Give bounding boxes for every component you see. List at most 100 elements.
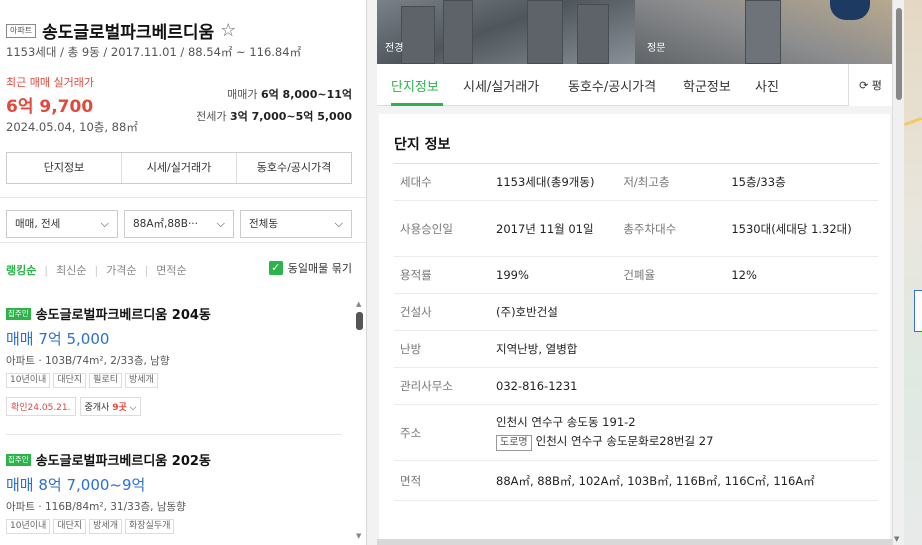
scrollbar-thumb[interactable] [896, 8, 902, 100]
sale-price-label: 매매가 [227, 88, 258, 101]
listing-desc: 아파트 · 103B/74m², 2/33층, 남향 [6, 355, 170, 367]
sort-ranking[interactable]: 랭킹순 [6, 262, 36, 278]
jeonse-price-range: 전세가 3억 7,000~5억 5,000 [196, 108, 352, 124]
tab-complex-info[interactable]: 단지정보 [391, 76, 439, 95]
parking-value: 1530대(세대당 1.32대) [725, 200, 878, 257]
sort-price[interactable]: 가격순 [106, 262, 136, 278]
complex-title-row: 아파트 송도글로벌파크베르디움 ☆ [6, 18, 236, 43]
broker-count-button[interactable]: 중개사 9곳 ⌵ [79, 397, 142, 416]
jeonse-price-value: 3억 7,000~5억 5,000 [229, 110, 352, 123]
road-name-tag: 도로명 [496, 435, 532, 451]
feature-chip: 10년이내 [6, 519, 51, 534]
summary-tab-complex-info[interactable]: 단지정보 [7, 153, 122, 183]
table-row: 세대수 1153세대(총9개동) 저/최고층 15층/33층 [394, 163, 878, 201]
tab-school[interactable]: 학군정보 [683, 76, 731, 95]
tab-unit-price[interactable]: 동호수/공시가격 [568, 76, 656, 95]
approval-label: 사용승인일 [394, 200, 490, 257]
table-row: 사용승인일 2017년 11월 01일 총주차대수 1530대(세대당 1.32… [394, 200, 878, 257]
complex-summary-text: 1153세대 / 총 9동 / 2017.11.01 / 88.54㎡ ~ 11… [6, 45, 302, 59]
listing-item[interactable]: 집주인 송도글로벌파크베르디움 202동 매매 8억 7,000~9억 아파트 … [6, 450, 341, 534]
recent-trade-date: 2024.05.04, 10층, 88㎡ [6, 120, 138, 134]
sale-price-range: 매매가 6억 8,000~11억 [227, 86, 352, 102]
lot-address: 인천시 연수구 송도동 191-2 [496, 415, 636, 429]
summary-tab-price[interactable]: 시세/실거래가 [122, 153, 237, 183]
scroll-down-icon[interactable]: ▼ [356, 532, 361, 540]
table-row: 면적 88A㎡, 88B㎡, 102A㎡, 103B㎡, 116B㎡, 116C… [394, 460, 878, 501]
address-label: 주소 [394, 404, 490, 461]
dedup-label: 동일매물 묶기 [287, 262, 352, 275]
households-value: 1153세대(총9개동) [490, 163, 618, 201]
building-shape [443, 0, 473, 64]
sort-latest[interactable]: 최신순 [56, 262, 86, 278]
scrollbar-thumb[interactable] [356, 312, 363, 330]
scroll-down-icon[interactable]: ▼ [894, 535, 899, 543]
owner-tag: 집주인 [6, 453, 31, 466]
recent-trade-price: 6억 9,700 [6, 97, 94, 117]
listing-name: 송도글로벌파크베르디움 204동 [35, 308, 211, 323]
bcr-label: 건폐율 [617, 256, 726, 294]
favorite-star-icon[interactable]: ☆ [220, 20, 236, 41]
photo-gate[interactable]: 정문 [635, 0, 892, 64]
area-value: 88A㎡,88B··· [133, 218, 198, 230]
map-area[interactable]: ▼ [892, 0, 922, 545]
tab-price[interactable]: 시세/실거래가 [463, 76, 539, 95]
photo-exterior[interactable]: 전경 [377, 0, 635, 64]
summary-tab-unit-price[interactable]: 동호수/공시가격 [237, 153, 351, 183]
address-cell: 인천시 연수구 송도동 191-2 도로명 인천시 연수구 송도문화로28번길 2… [490, 404, 878, 461]
area-select[interactable]: 88A㎡,88B··· ⌵ [124, 210, 234, 238]
building-shape [401, 6, 435, 64]
table-row: 용적률 199% 건폐율 12% [394, 256, 878, 294]
confirmed-date-chip: 확인24.05.21. [6, 397, 76, 416]
tab-photos[interactable]: 사진 [755, 76, 779, 95]
divider: | [44, 263, 49, 277]
detail-scrollbar[interactable]: ▼ [892, 0, 904, 545]
pyeong-label: 평 [871, 79, 882, 92]
owner-tag: 집주인 [6, 307, 31, 320]
builder-value: (주)호반건설 [490, 293, 878, 331]
divider: | [94, 263, 99, 277]
sign-shape [830, 0, 870, 20]
parking-label: 총주차대수 [617, 200, 726, 257]
office-phone[interactable]: 032-816-1231 [490, 367, 878, 405]
office-label: 관리사무소 [394, 367, 490, 405]
scroll-up-icon[interactable]: ▲ [356, 300, 361, 308]
table-row: 주소 인천시 연수구 송도동 191-2 도로명 인천시 연수구 송도문화로28번… [394, 404, 878, 461]
chevron-down-icon: ⌵ [334, 217, 343, 230]
pyeong-toggle-button[interactable]: ⟳ 평 [848, 64, 892, 106]
recent-trade-label: 최근 매매 실거래가 [6, 76, 94, 89]
listing-name: 송도글로벌파크베르디움 202동 [35, 454, 211, 469]
table-row: 난방 지역난방, 열병합 [394, 330, 878, 368]
apartment-badge: 아파트 [6, 23, 37, 38]
listing-scrollbar[interactable]: ▲ ▼ [355, 300, 363, 540]
trade-type-value: 매매, 전세 [15, 218, 61, 230]
households-label: 세대수 [394, 163, 490, 201]
summary-tab-buttons: 단지정보 시세/실거래가 동호수/공시가격 [6, 152, 352, 184]
feature-chip: 화장실두개 [124, 519, 175, 534]
complex-detail-panel: 전경 정문 단지정보 시세/실거래가 동호수/공시가격 학군정보 사진 ⟳ 평 … [377, 0, 892, 545]
complex-name: 송도글로벌파크베르디움 [42, 23, 215, 43]
sort-options: 랭킹순 | 최신순 | 가격순 | 면적순 [6, 262, 187, 278]
heating-value: 지역난방, 열병합 [490, 330, 878, 368]
feature-chip: 방세개 [89, 519, 122, 534]
chevron-down-icon: ⌵ [100, 217, 109, 230]
dong-value: 전체동 [249, 218, 278, 230]
chevron-down-icon: ⌵ [129, 403, 137, 413]
sort-area[interactable]: 면적순 [156, 262, 186, 278]
dong-select[interactable]: 전체동 ⌵ [240, 210, 352, 238]
dedup-toggle[interactable]: ✓ 동일매물 묶기 [268, 260, 352, 276]
divider: | [144, 263, 149, 277]
far-value: 199% [490, 256, 618, 294]
listing-item[interactable]: 집주인 송도글로벌파크베르디움 204동 매매 7억 5,000 아파트 · 1… [6, 304, 341, 416]
map-marker[interactable] [914, 290, 922, 332]
photo-label: 전경 [385, 43, 404, 54]
feature-chip: 방세개 [124, 373, 158, 388]
feature-chip: 필로티 [89, 373, 122, 388]
detail-tabs: 단지정보 시세/실거래가 동호수/공시가격 학군정보 사진 [377, 64, 892, 106]
checkbox-checked-icon[interactable]: ✓ [268, 261, 283, 275]
chevron-down-icon: ⌵ [216, 217, 225, 230]
jeonse-price-label: 전세가 [196, 110, 227, 123]
listing-feature-chips: 10년이내 대단지 방세개 화장실두개 [6, 519, 341, 534]
app-root: 아파트 송도글로벌파크베르디움 ☆ 1153세대 / 총 9동 / 2017.1… [0, 0, 922, 545]
trade-type-select[interactable]: 매매, 전세 ⌵ [6, 210, 118, 238]
feature-chip: 대단지 [53, 519, 87, 534]
